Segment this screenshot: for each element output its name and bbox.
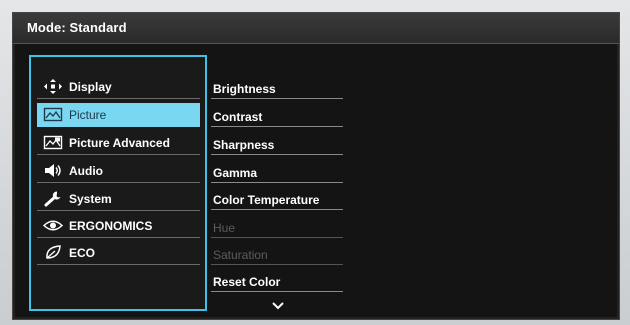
speaker-icon [45, 164, 61, 177]
submenu-item-color-temperature[interactable]: Color Temperature [211, 188, 343, 210]
submenu-item-gamma[interactable]: Gamma [211, 161, 343, 183]
main-menu-panel: Display Picture Picture Advanced Audio S… [29, 55, 207, 311]
display-move-icon [44, 79, 62, 94]
submenu-item-label: Saturation [213, 248, 268, 262]
osd-menu-window: Mode: Standard Display Picture Picture A… [12, 12, 620, 320]
submenu-item-contrast[interactable]: Contrast [211, 105, 343, 127]
menu-item-label: System [69, 192, 112, 206]
submenu-item-label: Color Temperature [213, 193, 320, 207]
menu-item-display[interactable]: Display [37, 75, 200, 99]
submenu-item-reset-color[interactable]: Reset Color [211, 270, 343, 292]
picture-icon [43, 107, 63, 122]
menu-item-label: Picture [69, 108, 107, 122]
submenu-item-label: Sharpness [213, 138, 275, 152]
submenu-item-sharpness[interactable]: Sharpness [211, 133, 343, 155]
menu-item-label: Display [69, 80, 112, 94]
picture-advanced-icon [43, 135, 63, 150]
menu-item-system[interactable]: System [37, 187, 200, 211]
menu-item-eco[interactable]: ECO [37, 241, 200, 265]
menu-item-picture[interactable]: Picture [37, 103, 200, 127]
osd-header: Mode: Standard [13, 13, 619, 44]
menu-item-ergonomics[interactable]: ERGONOMICS [37, 214, 200, 238]
menu-item-label: ECO [69, 246, 96, 260]
leaf-icon [46, 245, 61, 259]
submenu-item-hue: Hue [211, 216, 343, 238]
submenu-item-label: Reset Color [213, 275, 281, 289]
submenu-item-label: Brightness [213, 82, 276, 96]
submenu-item-label: Gamma [213, 166, 258, 180]
submenu-item-brightness[interactable]: Brightness [211, 77, 343, 99]
eye-icon [43, 220, 63, 231]
mode-title: Mode: Standard [27, 20, 127, 35]
submenu-item-label: Hue [213, 221, 236, 235]
menu-item-audio[interactable]: Audio [37, 159, 200, 183]
menu-item-label: Audio [69, 164, 103, 178]
menu-item-label: Picture Advanced [69, 136, 170, 150]
chevron-down-icon[interactable] [271, 301, 285, 311]
menu-item-picture-advanced[interactable]: Picture Advanced [37, 131, 200, 155]
menu-item-label: ERGONOMICS [69, 219, 153, 233]
submenu-item-label: Contrast [213, 110, 263, 124]
wrench-icon [44, 191, 61, 207]
submenu-item-saturation: Saturation [211, 243, 343, 265]
